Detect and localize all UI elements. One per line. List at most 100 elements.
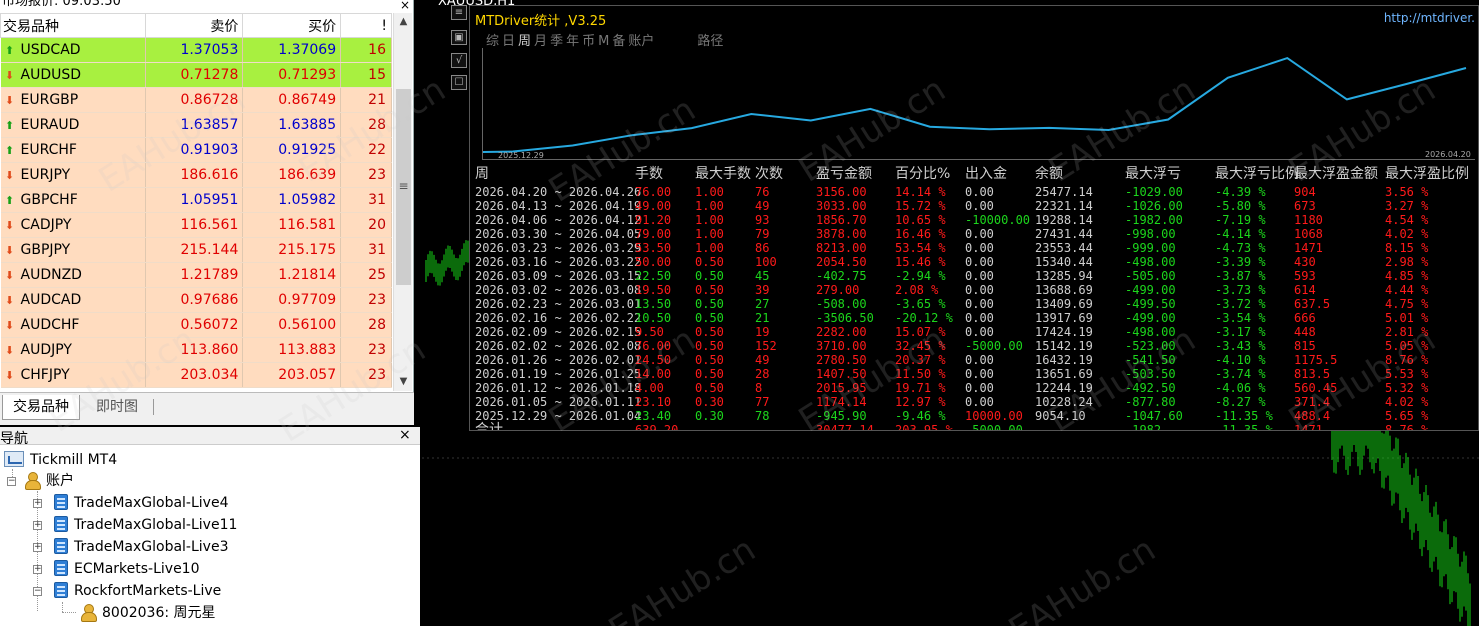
count-cell: 21 — [340, 87, 392, 113]
tree-server-item[interactable]: TradeMaxGlobal-Live4 — [54, 492, 228, 514]
symbol-row[interactable]: ⬇ EURJPY 186.616 186.639 23 — [0, 162, 392, 188]
col-count-header[interactable]: ! — [340, 13, 392, 38]
stats-tab[interactable]: 季 — [550, 34, 563, 49]
equity-curve-line — [482, 56, 1467, 153]
symbol-cell: ⬇ AUDUSD — [0, 62, 146, 88]
symbol-row[interactable]: ⬇ AUDCHF 0.56072 0.56100 28 — [0, 312, 392, 338]
toolbar-icon-2[interactable]: ▣ — [451, 30, 467, 45]
bid-cell: 1.05951 — [145, 187, 244, 213]
hdr-deposit: 出入金 — [965, 166, 1007, 182]
tree-server-item[interactable]: RockfortMarkets-Live — [54, 580, 221, 602]
stats-row: 2026.01.19 ~ 2026.01.25 14.00 0.50 28 1407.5… — [475, 367, 1475, 381]
count-cell: 15 — [340, 62, 392, 88]
stats-cell: 2026.01.19 ~ 2026.01.25 — [475, 367, 642, 381]
symbol-row[interactable]: ⬆ EURCHF 0.91903 0.91925 22 — [0, 137, 392, 163]
stats-cell: 10228.24 — [1035, 395, 1093, 409]
navigator-close-icon[interactable]: × — [399, 427, 411, 443]
stats-cell: 13651.69 — [1035, 367, 1093, 381]
count-cell: 25 — [340, 262, 392, 288]
stats-cell: -3.54 % — [1215, 311, 1266, 325]
tree-server-item[interactable]: TradeMaxGlobal-Live3 — [54, 536, 228, 558]
collapse-accounts-icon[interactable]: − — [7, 477, 16, 486]
stats-tab[interactable]: M — [598, 34, 609, 49]
terminal-icon — [4, 451, 24, 467]
tree-line — [62, 612, 76, 613]
stats-cell: 0.00 — [965, 367, 994, 381]
col-bid-header[interactable]: 卖价 — [144, 13, 244, 38]
tree-accounts[interactable]: 账户 — [24, 470, 74, 492]
hdr-pnl: 盈亏金额 — [816, 166, 872, 182]
tab-symbols[interactable]: 交易品种 — [2, 395, 80, 420]
stats-cell: 15.72 % — [895, 199, 946, 213]
stats-tab[interactable]: 年 — [566, 34, 579, 49]
stats-tab[interactable]: 日 — [502, 34, 515, 49]
symbol-row[interactable]: ⬇ CHFJPY 203.034 203.057 23 — [0, 362, 392, 388]
tab-tick-chart[interactable]: 即时图 — [86, 395, 148, 420]
scroll-up-icon[interactable]: ▲ — [394, 13, 413, 30]
scroll-down-icon[interactable]: ▼ — [394, 373, 413, 390]
stats-cell: -4.06 % — [1215, 381, 1266, 395]
tree-server-label: RockfortMarkets-Live — [74, 583, 222, 599]
expand-server-icon[interactable]: + — [33, 565, 42, 574]
expand-server-icon[interactable]: + — [33, 543, 42, 552]
bid-cell: 0.97686 — [145, 287, 244, 313]
tree-root[interactable]: Tickmill MT4 — [4, 449, 117, 471]
stats-url-link[interactable]: http://mtdriver. — [1384, 11, 1475, 25]
symbol-row[interactable]: ⬆ USDCAD 1.37053 1.37069 16 — [0, 37, 392, 63]
market-watch-scrollbar[interactable]: ▲ ≡ ▼ — [393, 13, 412, 391]
symbol-row[interactable]: ⬇ EURGBP 0.86728 0.86749 21 — [0, 87, 392, 113]
symbol-row[interactable]: ⬇ CADJPY 116.561 116.581 20 — [0, 212, 392, 238]
expand-server-icon[interactable]: + — [33, 521, 42, 530]
arrow-down-icon: ⬇ — [4, 369, 15, 382]
stats-cell: -998.00 — [1125, 227, 1176, 241]
stats-cell: 1180 — [1294, 213, 1323, 227]
symbol-name: USDCAD — [20, 42, 81, 58]
stats-cell: -4.10 % — [1215, 353, 1266, 367]
stats-cell: 20.37 % — [895, 353, 946, 367]
symbol-row[interactable]: ⬇ AUDCAD 0.97686 0.97709 23 — [0, 287, 392, 313]
stats-tab[interactable]: 周 — [518, 34, 531, 49]
expand-server-icon[interactable]: + — [33, 499, 42, 508]
symbol-row[interactable]: ⬆ EURAUD 1.63857 1.63885 28 — [0, 112, 392, 138]
stats-cell: 23553.44 — [1035, 241, 1093, 255]
stats-cell: 23.40 — [635, 409, 672, 423]
col-ask-header[interactable]: 买价 — [242, 13, 342, 38]
stats-tab[interactable]: 综 — [486, 34, 499, 49]
stats-cell: 28 — [755, 367, 770, 381]
ask-cell: 1.63885 — [242, 112, 342, 138]
symbol-row[interactable]: ⬇ GBPJPY 215.144 215.175 31 — [0, 237, 392, 263]
toolbar-icon-3[interactable]: √ — [451, 53, 467, 68]
toolbar-icon-4[interactable]: ☐ — [451, 75, 467, 90]
stats-tab[interactable]: 备 — [612, 34, 625, 49]
stats-cell: 76.00 — [635, 339, 672, 353]
symbol-cell: ⬇ EURJPY — [0, 162, 146, 188]
stats-tab[interactable]: 路径 — [697, 34, 723, 49]
server-icon — [54, 582, 68, 598]
symbol-row[interactable]: ⬆ GBPCHF 1.05951 1.05982 31 — [0, 187, 392, 213]
stats-tab[interactable]: 账户 — [628, 34, 654, 49]
symbol-row[interactable]: ⬇ AUDUSD 0.71278 0.71293 15 — [0, 62, 392, 88]
server-icon — [54, 516, 68, 532]
stats-cell: 5.01 % — [1385, 311, 1429, 325]
expand-server-icon[interactable]: − — [33, 587, 42, 596]
tree-server-item[interactable]: TradeMaxGlobal-Live11 — [54, 514, 237, 536]
tree-account-item[interactable]: 8002036: 周元星 — [80, 602, 216, 624]
symbol-row[interactable]: ⬇ AUDJPY 113.860 113.883 23 — [0, 337, 392, 363]
market-watch-close-icon[interactable]: × — [398, 0, 412, 12]
symbol-row[interactable]: ⬇ AUDNZD 1.21789 1.21814 25 — [0, 262, 392, 288]
col-symbol-header[interactable]: 交易品种 — [0, 13, 146, 38]
stats-tab[interactable]: 币 — [582, 34, 595, 49]
ask-cell: 1.21814 — [242, 262, 342, 288]
arrow-down-icon: ⬇ — [4, 269, 15, 282]
stats-cell: 2026.03.16 ~ 2026.03.22 — [475, 255, 642, 269]
tree-line — [62, 602, 63, 612]
navigator-panel: 导航 × Tickmill MT4 − 账户 + TradeMaxGlobal-L… — [0, 427, 420, 626]
tree-server-item[interactable]: ECMarkets-Live10 — [54, 558, 200, 580]
tree-root-label: Tickmill MT4 — [30, 452, 118, 468]
ask-cell: 1.05982 — [242, 187, 342, 213]
count-cell: 31 — [340, 187, 392, 213]
toolbar-icon-1[interactable]: ≡ — [451, 5, 467, 20]
stats-cell: -3.74 % — [1215, 367, 1266, 381]
arrow-down-icon: ⬇ — [4, 69, 15, 82]
stats-tab[interactable]: 月 — [534, 34, 547, 49]
